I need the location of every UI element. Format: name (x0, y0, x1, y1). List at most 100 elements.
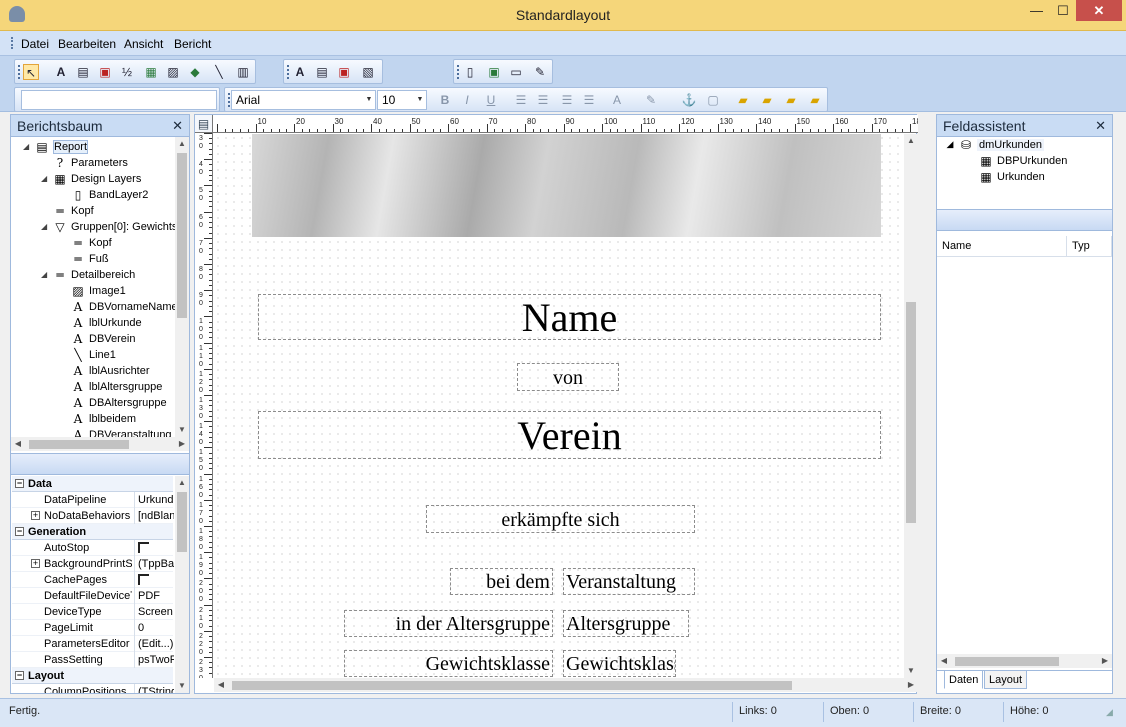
scroll-thumb[interactable] (955, 657, 1059, 666)
property-row[interactable]: DeviceType Screen (12, 604, 173, 620)
scroll-right-icon[interactable]: ▶ (1098, 654, 1112, 668)
tree-item[interactable]: A DBAltersgruppe (71, 395, 167, 411)
scroll-thumb[interactable] (177, 492, 187, 552)
checkbox-icon[interactable] (138, 574, 149, 585)
scroll-down-icon[interactable]: ▼ (175, 679, 189, 693)
dbrichtext-icon[interactable]: ▣ (336, 64, 352, 80)
lbl-altersgruppe[interactable]: in der Altersgruppe (344, 610, 553, 637)
db-veranstaltung-field[interactable]: Veranstaltung (563, 568, 695, 595)
tree-item[interactable]: ═ Kopf (71, 235, 111, 251)
property-value[interactable]: PDF (134, 588, 174, 604)
tree-item[interactable]: ◢ ▤ Report (23, 139, 89, 155)
close-button[interactable]: ✕ (1076, 0, 1122, 21)
tree-item[interactable]: Alblbeidem (71, 411, 136, 427)
resize-grip-icon[interactable]: ◢ (1106, 707, 1113, 718)
underline-icon[interactable]: U (483, 92, 499, 108)
design-horizontal-scrollbar[interactable]: ◀ ▶ (214, 678, 918, 692)
pipeline-node[interactable]: ▦ Urkunden (979, 169, 1044, 185)
highlight-icon[interactable]: ✎ (643, 92, 659, 108)
toolbar-grip[interactable] (287, 65, 289, 79)
scroll-right-icon[interactable]: ▶ (904, 678, 918, 692)
dbcalc-icon[interactable]: ▧ (360, 64, 376, 80)
property-value[interactable]: 0 (134, 620, 174, 636)
property-row[interactable]: CachePages (12, 572, 173, 590)
bold-icon[interactable]: B (437, 92, 453, 108)
tree-item[interactable]: A DBVeranstaltung (71, 427, 172, 437)
chevron-down-icon[interactable]: ▼ (363, 91, 375, 109)
property-value[interactable]: Screen (134, 604, 174, 620)
collapse-icon[interactable]: ◢ (41, 171, 47, 187)
property-row[interactable]: + NoDataBehaviors[ndBlankPage] (12, 508, 174, 524)
collapse-icon[interactable]: ◢ (23, 139, 29, 155)
tree-vertical-scrollbar[interactable]: ▲ ▼ (175, 137, 189, 437)
memo-icon[interactable]: ▤ (75, 64, 91, 80)
justify-icon[interactable]: ☰ (581, 92, 597, 108)
property-row[interactable]: + BackgroundPrintSettings(TppBackgroundPr… (12, 556, 174, 572)
toolbar-grip[interactable] (457, 65, 459, 79)
property-value[interactable]: Urkunden (134, 492, 174, 508)
align-right-icon[interactable]: ☰ (559, 92, 575, 108)
calculator-icon[interactable]: ▦ (143, 64, 159, 80)
component-name-field[interactable] (21, 90, 217, 110)
tab-layout[interactable]: Layout (984, 670, 1028, 689)
lbl-erkaempfte[interactable]: erkämpfte sich (426, 505, 695, 533)
italic-icon[interactable]: I (459, 92, 475, 108)
border-icon[interactable]: ▢ (705, 92, 721, 108)
property-row[interactable]: DefaultFileDeviceTypePDF (12, 588, 173, 604)
tree-item[interactable]: ◢ ▦ Design Layers (41, 171, 141, 187)
scroll-down-icon[interactable]: ▼ (175, 423, 189, 437)
tree-item[interactable]: ◢ ═ Detailbereich (41, 267, 135, 283)
expand-icon[interactable]: + (31, 559, 40, 568)
db-altersgruppe-field[interactable]: Altersgruppe (563, 610, 689, 637)
bring-forward-icon[interactable]: ▰ (783, 92, 799, 108)
scroll-right-icon[interactable]: ▶ (175, 437, 189, 451)
menu-ansicht[interactable]: Ansicht (124, 37, 163, 51)
menu-bericht[interactable]: Bericht (174, 37, 211, 51)
property-row[interactable]: AutoStop (12, 540, 173, 558)
property-row[interactable]: PageLimit 0 (12, 620, 173, 636)
richtext-icon[interactable]: ▣ (97, 64, 113, 80)
collapse-icon[interactable]: − (15, 479, 24, 488)
field-horizontal-scrollbar[interactable]: ◀ ▶ (937, 654, 1112, 668)
tree-item[interactable]: A DBVerein (71, 331, 136, 347)
tree-item[interactable]: ═ Fuß (71, 251, 108, 267)
subreport-icon[interactable]: ▣ (486, 64, 502, 80)
tree-item[interactable]: ╲ Line1 (71, 347, 116, 363)
ruler-corner-icon[interactable]: ▤ (195, 115, 213, 133)
property-row[interactable]: ColumnPositions (TStrings) (12, 684, 174, 693)
collapse-icon[interactable]: ◢ (41, 267, 47, 283)
tree-item[interactable]: ▨ Image1 (71, 283, 125, 299)
db-gewichtsklasse-field[interactable]: Gewichtsklasse (563, 650, 676, 677)
property-group[interactable]: − Data (12, 476, 173, 492)
scroll-thumb[interactable] (29, 440, 129, 449)
calc-icon[interactable]: ½ (119, 64, 135, 80)
column-header-name[interactable]: Name (937, 236, 1067, 256)
scroll-thumb[interactable] (906, 302, 916, 523)
scroll-thumb[interactable] (177, 153, 187, 318)
tree-item[interactable]: ═ Kopf (53, 203, 93, 219)
design-vertical-scrollbar[interactable]: ▲ ▼ (904, 134, 918, 678)
scroll-up-icon[interactable]: ▲ (904, 134, 918, 148)
dbmemo-icon[interactable]: ▤ (314, 64, 330, 80)
tree-item[interactable]: AlblAusrichter (71, 363, 150, 379)
maximize-button[interactable]: ☐ (1050, 0, 1076, 21)
report-canvas[interactable]: Name von Verein erkämpfte sich bei dem V… (214, 134, 904, 678)
db-vorname-name-field[interactable]: Name (258, 294, 881, 340)
tree-item[interactable]: A DBVornameName (71, 299, 175, 315)
menu-bearbeiten[interactable]: Bearbeiten (58, 37, 116, 51)
property-value[interactable]: (TStrings) (134, 684, 174, 693)
expand-icon[interactable]: ◢ (945, 139, 955, 152)
align-left-icon[interactable]: ☰ (513, 92, 529, 108)
barcode-icon[interactable]: ▥ (235, 64, 251, 80)
scroll-thumb[interactable] (232, 681, 792, 690)
property-row[interactable]: PassSetting psTwoPass (12, 652, 174, 668)
anchor-icon[interactable]: ⚓ (681, 92, 697, 108)
line-icon[interactable]: ╲ (211, 64, 227, 80)
lbl-bei-dem[interactable]: bei dem (450, 568, 553, 595)
image-icon[interactable]: ▨ (165, 64, 181, 80)
lbl-von[interactable]: von (517, 363, 619, 391)
chevron-down-icon[interactable]: ▼ (414, 91, 426, 109)
property-value[interactable]: (TppBackgroundPrintSettings) (134, 556, 174, 572)
property-group[interactable]: − Generation (12, 524, 173, 540)
image1-photo[interactable] (252, 134, 881, 237)
